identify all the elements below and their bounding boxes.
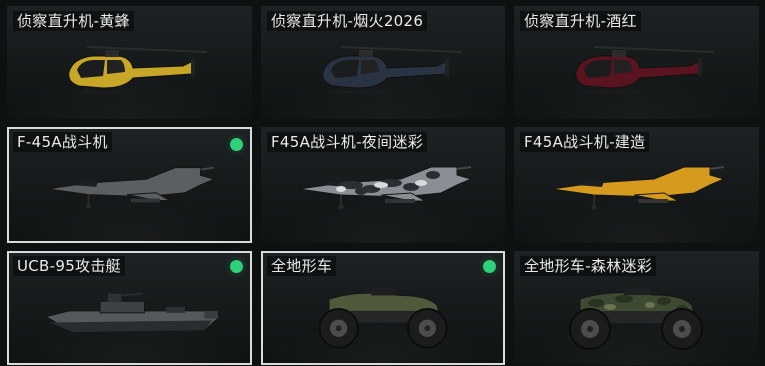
vehicle-name: 侦察直升机-烟火2026: [267, 11, 428, 31]
equipped-indicator-icon: [483, 260, 496, 273]
vehicle-name: UCB-95攻击艇: [13, 256, 125, 276]
vehicle-card-2[interactable]: 侦察直升机-烟火2026: [261, 6, 505, 119]
vehicle-card-6[interactable]: F45A战斗机-建造: [514, 127, 759, 243]
vehicle-name: 全地形车: [267, 256, 337, 276]
equipped-indicator-icon: [230, 138, 243, 151]
vehicle-name: F45A战斗机-建造: [520, 132, 650, 152]
vehicle-card-5[interactable]: F45A战斗机-夜间迷彩: [261, 127, 505, 243]
vehicle-card-1[interactable]: 侦察直升机-黄蜂: [7, 6, 252, 119]
vehicle-card-3[interactable]: 侦察直升机-酒红: [514, 6, 759, 119]
vehicle-skin-grid: 侦察直升机-黄蜂 侦察直升机-烟火2026 侦察直升机-酒红 F-45A战斗机 …: [0, 0, 765, 366]
vehicle-card-7[interactable]: UCB-95攻击艇: [7, 251, 252, 365]
vehicle-card-9[interactable]: 全地形车-森林迷彩: [514, 251, 759, 365]
equipped-indicator-icon: [230, 260, 243, 273]
vehicle-name: 全地形车-森林迷彩: [520, 256, 657, 276]
helicopter-yellow: [68, 46, 208, 93]
vehicle-name: 侦察直升机-酒红: [520, 11, 641, 31]
vehicle-card-4[interactable]: F-45A战斗机: [7, 127, 252, 243]
vehicle-card-8[interactable]: 全地形车: [261, 251, 505, 365]
vehicle-name: 侦察直升机-黄蜂: [13, 11, 134, 31]
vehicle-name: F45A战斗机-夜间迷彩: [267, 132, 427, 152]
vehicle-name: F-45A战斗机: [13, 132, 112, 152]
